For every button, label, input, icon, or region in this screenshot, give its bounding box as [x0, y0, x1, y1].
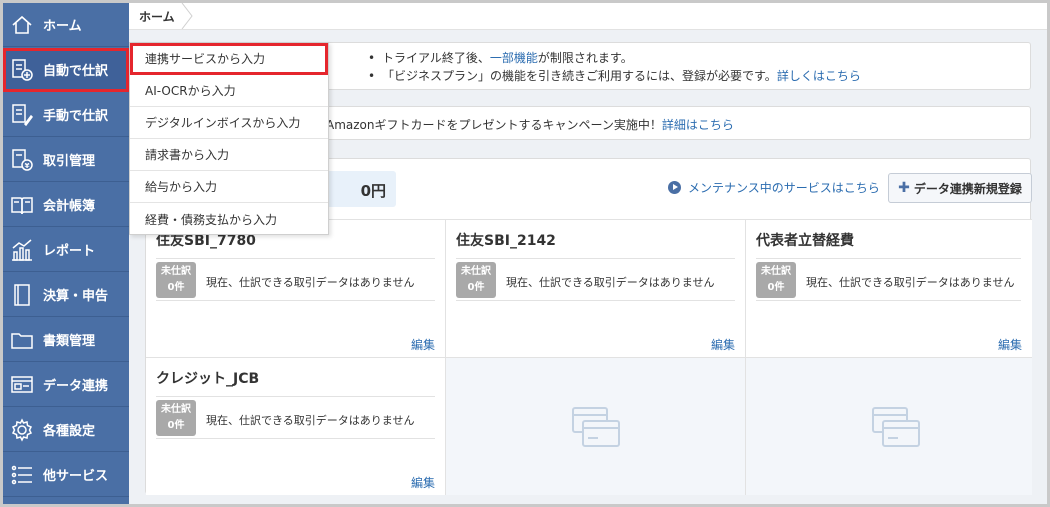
- account-name[interactable]: クレジット_JCB: [156, 368, 259, 388]
- account-card: クレジット_JCB 未仕訳 0件 現在、仕訳できる取引データはありません 編集: [146, 357, 446, 495]
- sidebar-item-documents[interactable]: 書類管理: [3, 318, 129, 362]
- account-name[interactable]: 住友SBI_2142: [456, 230, 556, 250]
- ledger-book-icon: [9, 192, 35, 218]
- data-link-icon: [9, 372, 35, 398]
- manual-journal-icon: [9, 102, 35, 128]
- sidebar-item-label: 書類管理: [43, 334, 96, 349]
- edit-link[interactable]: 編集: [411, 336, 435, 353]
- campaign-details-link[interactable]: 詳細はこちら: [662, 118, 734, 132]
- sidebar-item-report[interactable]: レポート: [3, 228, 129, 272]
- breadcrumb-separator-icon: [181, 3, 193, 29]
- account-card: 住友SBI_7780 未仕訳 0件 現在、仕訳できる取引データはありません 編集: [146, 219, 446, 357]
- menu-item-payroll[interactable]: 給与から入力: [130, 171, 328, 203]
- empty-card-slot: [446, 357, 746, 495]
- details-link[interactable]: 詳しくはこちら: [777, 69, 861, 83]
- gear-icon: [9, 417, 35, 443]
- edit-link[interactable]: 編集: [411, 474, 435, 491]
- sidebar-item-transactions[interactable]: ¥ 取引管理: [3, 138, 129, 182]
- folder-icon: [9, 327, 35, 353]
- sidebar-item-closing[interactable]: 決算・申告: [3, 273, 129, 317]
- add-data-link-button[interactable]: ✚ データ連携新規登録: [888, 173, 1032, 203]
- campaign-text: Amazonギフトカードをプレゼントするキャンペーン実施中！: [326, 118, 662, 132]
- menu-item-linked-services[interactable]: 連携サービスから入力: [130, 43, 328, 75]
- account-card: 住友SBI_2142 未仕訳 0件 現在、仕訳できる取引データはありません 編集: [446, 219, 746, 357]
- sidebar-item-other-services[interactable]: 他サービス: [3, 453, 129, 497]
- unjournaled-badge: 未仕訳 0件: [756, 262, 796, 298]
- edit-link[interactable]: 編集: [998, 336, 1022, 353]
- menu-item-ai-ocr[interactable]: AI-OCRから入力: [130, 75, 328, 107]
- menu-item-expenses[interactable]: 経費・債務支払から入力: [130, 203, 328, 235]
- sidebar-item-label: 他サービス: [43, 469, 109, 484]
- sidebar-item-label: 取引管理: [43, 154, 96, 169]
- sidebar-item-ledger[interactable]: 会計帳簿: [3, 183, 129, 227]
- svg-text:¥: ¥: [25, 162, 30, 170]
- auto-journal-submenu: 連携サービスから入力 AI-OCRから入力 デジタルインボイスから入力 請求書か…: [129, 42, 329, 235]
- maintenance-link[interactable]: メンテナンス中のサービスはこちら: [668, 179, 880, 196]
- sidebar-item-label: 決算・申告: [43, 289, 109, 304]
- plus-icon: ✚: [898, 180, 910, 196]
- account-status: 現在、仕訳できる取引データはありません: [806, 276, 1015, 289]
- play-circle-icon: [668, 181, 681, 194]
- total-amount: 0円: [360, 182, 386, 200]
- sidebar-item-settings[interactable]: 各種設定: [3, 408, 129, 452]
- account-card: 代表者立替経費 未仕訳 0件 現在、仕訳できる取引データはありません 編集: [746, 219, 1032, 357]
- menu-item-digital-invoice[interactable]: デジタルインボイスから入力: [130, 107, 328, 139]
- report-chart-icon: [9, 237, 35, 263]
- account-status: 現在、仕訳できる取引データはありません: [206, 276, 415, 289]
- sidebar-item-auto-journal[interactable]: 自動で仕訳: [3, 48, 129, 92]
- sidebar-item-label: データ連携: [43, 379, 109, 394]
- sidebar-item-label: 各種設定: [43, 424, 96, 439]
- closing-icon: [9, 282, 35, 308]
- sidebar-item-data-link[interactable]: データ連携: [3, 363, 129, 407]
- menu-item-invoice[interactable]: 請求書から入力: [130, 139, 328, 171]
- sidebar-item-label: 手動で仕訳: [43, 109, 109, 124]
- unjournaled-badge: 未仕訳 0件: [456, 262, 496, 298]
- account-name[interactable]: 代表者立替経費: [756, 230, 854, 250]
- list-icon: [9, 462, 35, 488]
- sidebar-item-label: ホーム: [43, 19, 82, 34]
- breadcrumb: ホーム: [129, 3, 1047, 30]
- sidebar: ホーム 自動で仕訳 手動で仕訳 ¥ 取引管理 会計帳簿 レポート 決算・申告 書…: [3, 3, 129, 504]
- account-status: 現在、仕訳できる取引データはありません: [206, 414, 415, 427]
- account-cards: 住友SBI_7780 未仕訳 0件 現在、仕訳できる取引データはありません 編集 …: [146, 219, 1032, 495]
- notice-line-1: トライアル終了後、一部機能が制限されます。: [366, 49, 861, 67]
- account-status: 現在、仕訳できる取引データはありません: [506, 276, 715, 289]
- sidebar-item-label: 会計帳簿: [43, 199, 96, 214]
- empty-card-slot: [746, 357, 1032, 495]
- breadcrumb-home[interactable]: ホーム: [129, 3, 187, 29]
- home-icon: [9, 12, 35, 38]
- edit-link[interactable]: 編集: [711, 336, 735, 353]
- transaction-icon: ¥: [9, 147, 35, 173]
- card-placeholder-icon: [872, 407, 920, 447]
- sidebar-item-manual-journal[interactable]: 手動で仕訳: [3, 93, 129, 137]
- sidebar-item-label: 自動で仕訳: [43, 64, 109, 79]
- card-placeholder-icon: [572, 407, 620, 447]
- unjournaled-badge: 未仕訳 0件: [156, 262, 196, 298]
- limited-features-link[interactable]: 一部機能: [490, 51, 538, 65]
- unjournaled-badge: 未仕訳 0件: [156, 400, 196, 436]
- sidebar-item-label: レポート: [43, 244, 96, 259]
- auto-journal-icon: [9, 57, 35, 83]
- sidebar-item-home[interactable]: ホーム: [3, 3, 129, 47]
- notice-line-2: 「ビジネスプラン」の機能を引き続きご利用するには、登録が必要です。詳しくはこちら: [366, 67, 861, 85]
